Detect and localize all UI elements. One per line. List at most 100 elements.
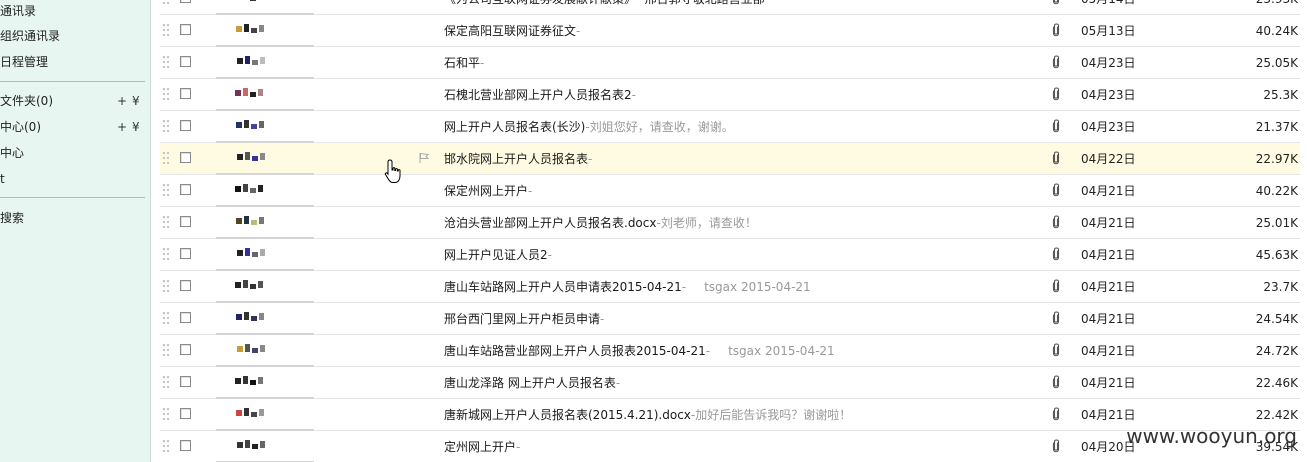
- row-checkbox[interactable]: [180, 24, 191, 35]
- sidebar-item-search[interactable]: 搜索: [0, 208, 24, 228]
- sidebar-item-file-center[interactable]: 中心: [0, 143, 24, 163]
- mail-row[interactable]: 邢台西门里网上开户柜员申请- 04月21日 24.54K: [160, 303, 1300, 335]
- drag-handle-icon[interactable]: [163, 24, 169, 36]
- mail-row[interactable]: 沧泊头营业部网上开户人员报名表.docx-刘老师，请查收！ 04月21日 25.01…: [160, 207, 1300, 239]
- sidebar-item-label: 组织通讯录: [0, 29, 61, 43]
- subject-text: 保定州网上开户: [444, 184, 529, 198]
- row-checkbox[interactable]: [180, 344, 191, 355]
- drag-handle-icon[interactable]: [163, 344, 169, 356]
- subject-separator: -: [588, 152, 593, 166]
- row-checkbox[interactable]: [180, 216, 191, 227]
- row-checkbox[interactable]: [180, 440, 191, 451]
- mail-subject[interactable]: 邢台西门里网上开户柜员申请-: [444, 303, 604, 335]
- mail-subject[interactable]: 石槐北营业部网上开户人员报名表2-: [444, 79, 636, 111]
- sidebar-item-label: 文件夹(0): [0, 94, 53, 108]
- add-center-button[interactable]: +: [117, 117, 127, 137]
- drag-handle-icon[interactable]: [163, 120, 169, 132]
- mail-row[interactable]: 唐山车站路营业部网上开户人员报表2015-04-21- tsgax 2015-04…: [160, 335, 1300, 367]
- mail-subject[interactable]: 保定高阳互联网证券征文-: [444, 15, 580, 47]
- sender-avatar-blurred: [235, 184, 285, 198]
- paperclip-icon: [1052, 279, 1060, 293]
- sidebar-item-contacts[interactable]: 通讯录: [0, 1, 36, 21]
- mail-date: 04月23日: [1081, 56, 1136, 70]
- paperclip-icon: [1052, 407, 1060, 421]
- sidebar-item-center[interactable]: 中心(0): [0, 117, 41, 137]
- mail-date: 04月22日: [1081, 152, 1136, 166]
- mail-row[interactable]: 邯水院网上开户人员报名表- 04月22日 22.97K: [160, 143, 1300, 175]
- sender-avatar-blurred: [235, 280, 285, 294]
- mail-subject[interactable]: 唐山车站路营业部网上开户人员报表2015-04-21- tsgax 2015-04…: [444, 335, 835, 367]
- row-checkbox[interactable]: [180, 56, 191, 67]
- mail-row[interactable]: 唐山龙泽路 网上开户人员报名表- 04月21日 22.46K: [160, 367, 1300, 399]
- mail-tag: tsgax 2015-04-21: [704, 280, 811, 294]
- drag-handle-icon[interactable]: [163, 376, 169, 388]
- mail-subject[interactable]: 网上开户见证人员2-: [444, 239, 552, 271]
- subject-text: 保定高阳互联网证券征文: [444, 24, 577, 38]
- mail-subject[interactable]: 邯水院网上开户人员报名表-: [444, 143, 592, 175]
- row-checkbox[interactable]: [180, 0, 191, 3]
- mail-size: 23.93K: [1256, 0, 1298, 15]
- sidebar-item-label: 通讯录: [0, 4, 37, 18]
- mail-row[interactable]: 石和平- 04月23日 25.05K: [160, 47, 1300, 79]
- row-checkbox[interactable]: [180, 376, 191, 387]
- mail-subject[interactable]: 保定州网上开户-: [444, 175, 532, 207]
- row-checkbox[interactable]: [180, 120, 191, 131]
- mail-date: 04月23日: [1081, 88, 1136, 102]
- mail-subject[interactable]: 网上开户人员报名表(长沙)-刘姐您好，请查收，谢谢。: [444, 111, 734, 143]
- row-checkbox[interactable]: [180, 408, 191, 419]
- mail-date: 04月21日: [1081, 376, 1136, 390]
- folder-filter-button[interactable]: ¥: [132, 91, 140, 111]
- mail-row[interactable]: 网上开户见证人员2- 04月21日 45.63K: [160, 239, 1300, 271]
- subject-separator: -: [547, 248, 552, 262]
- sidebar-item-t[interactable]: t: [0, 169, 5, 189]
- row-checkbox[interactable]: [180, 280, 191, 291]
- add-folder-button[interactable]: +: [117, 91, 127, 111]
- drag-handle-icon[interactable]: [163, 280, 169, 292]
- mail-subject[interactable]: 沧泊头营业部网上开户人员报名表.docx-刘老师，请查收！: [444, 207, 757, 239]
- subject-text: 唐山车站路网上开户人员申请表2015-04-21: [444, 280, 682, 294]
- mail-subject[interactable]: 唐新城网上开户人员报名表(2015.4.21).docx-加好后能告诉我吗？谢谢…: [444, 399, 851, 431]
- sidebar-item-folders[interactable]: 文件夹(0): [0, 91, 53, 111]
- sidebar-item-org-contacts[interactable]: 组织通讯录: [0, 26, 60, 46]
- mail-subject[interactable]: 唐山龙泽路 网上开户人员报名表-: [444, 367, 620, 399]
- row-checkbox[interactable]: [180, 88, 191, 99]
- mail-row[interactable]: 《为公司互联网证券发展献计献策》--邢台郭守敬北路营业部- 05月14日 23.93…: [160, 0, 1300, 15]
- sidebar: 通讯录 组织通讯录 日程管理 文件夹(0) + ¥ 中心(0) + ¥ 中心 t…: [0, 0, 151, 462]
- mail-subject[interactable]: 《为公司互联网证券发展献计献策》--邢台郭守敬北路营业部-: [444, 0, 769, 15]
- mail-row[interactable]: 唐山车站路网上开户人员申请表2015-04-21- tsgax 2015-04-2…: [160, 271, 1300, 303]
- flag-icon[interactable]: [418, 152, 430, 164]
- drag-handle-icon[interactable]: [163, 152, 169, 164]
- mail-row[interactable]: 网上开户人员报名表(长沙)-刘姐您好，请查收，谢谢。 04月23日 21.37K: [160, 111, 1300, 143]
- mail-row[interactable]: 石槐北营业部网上开户人员报名表2- 04月23日 25.3K: [160, 79, 1300, 111]
- mail-subject[interactable]: 唐山车站路网上开户人员申请表2015-04-21- tsgax 2015-04-2…: [444, 271, 811, 303]
- sidebar-item-label: 搜索: [0, 211, 25, 225]
- drag-handle-icon[interactable]: [163, 184, 169, 196]
- mail-size: 40.22K: [1255, 184, 1298, 198]
- drag-handle-icon[interactable]: [163, 88, 169, 100]
- mail-row[interactable]: 保定州网上开户- 04月21日 40.22K: [160, 175, 1300, 207]
- drag-handle-icon[interactable]: [163, 312, 169, 324]
- drag-handle-icon[interactable]: [163, 248, 169, 260]
- mail-subject[interactable]: 定州网上开户-: [444, 431, 520, 462]
- mail-subject[interactable]: 石和平-: [444, 47, 484, 79]
- mail-size: 45.63K: [1255, 248, 1298, 262]
- mail-row[interactable]: 保定高阳互联网证券征文- 05月13日 40.24K: [160, 15, 1300, 47]
- subject-separator: -: [516, 440, 521, 454]
- center-filter-button[interactable]: ¥: [132, 117, 140, 137]
- drag-handle-icon[interactable]: [163, 0, 169, 4]
- sender-avatar-blurred: [235, 152, 285, 166]
- sidebar-item-calendar[interactable]: 日程管理: [0, 52, 48, 72]
- row-checkbox[interactable]: [180, 312, 191, 323]
- subject-text: 《为公司互联网证券发展献计献策》--邢台郭守敬北路营业部: [444, 0, 765, 6]
- mail-size: 24.72K: [1255, 344, 1298, 358]
- mail-date: 05月14日: [1081, 0, 1136, 15]
- drag-handle-icon[interactable]: [163, 216, 169, 228]
- drag-handle-icon[interactable]: [163, 56, 169, 68]
- sidebar-divider: [0, 81, 145, 82]
- drag-handle-icon[interactable]: [163, 408, 169, 420]
- drag-handle-icon[interactable]: [163, 440, 169, 452]
- row-checkbox[interactable]: [180, 184, 191, 195]
- row-checkbox[interactable]: [180, 248, 191, 259]
- row-checkbox[interactable]: [180, 152, 191, 163]
- sidebar-divider: [0, 197, 145, 198]
